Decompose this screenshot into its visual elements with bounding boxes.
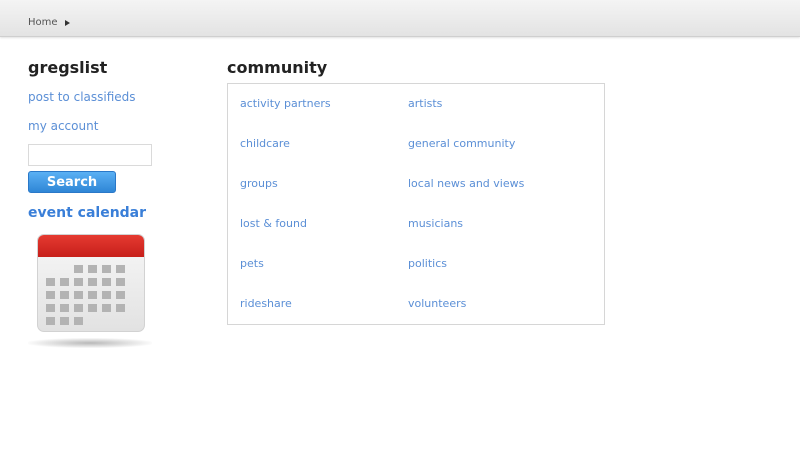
top-nav-bar: Home: [0, 0, 800, 37]
search-input[interactable]: [28, 144, 152, 166]
category-link[interactable]: lost & found: [240, 217, 307, 230]
search-button[interactable]: Search: [28, 171, 116, 193]
category-link[interactable]: rideshare: [240, 297, 292, 310]
category-link[interactable]: childcare: [240, 137, 290, 150]
calendar-body: [37, 234, 145, 332]
post-to-classifieds-link[interactable]: post to classifieds: [28, 90, 136, 104]
category-link[interactable]: activity partners: [240, 97, 331, 110]
category-link[interactable]: local news and views: [408, 177, 524, 190]
event-calendar-link[interactable]: event calendar: [28, 205, 146, 221]
section-title: community: [227, 58, 328, 77]
site-title[interactable]: gregslist: [28, 58, 107, 77]
breadcrumb: Home: [28, 17, 70, 28]
category-link[interactable]: politics: [408, 257, 447, 270]
calendar-icon[interactable]: [28, 230, 152, 350]
category-link[interactable]: pets: [240, 257, 264, 270]
category-link[interactable]: musicians: [408, 217, 463, 230]
calendar-shadow: [28, 338, 152, 348]
category-link[interactable]: general community: [408, 137, 515, 150]
my-account-link[interactable]: my account: [28, 119, 98, 133]
category-link[interactable]: volunteers: [408, 297, 466, 310]
category-box: activity partners childcare groups lost …: [227, 83, 605, 325]
chevron-right-icon: [64, 19, 70, 26]
category-link[interactable]: groups: [240, 177, 278, 190]
calendar-header: [38, 235, 144, 257]
category-link[interactable]: artists: [408, 97, 442, 110]
calendar-grid: [46, 265, 136, 325]
breadcrumb-home[interactable]: Home: [28, 17, 58, 28]
